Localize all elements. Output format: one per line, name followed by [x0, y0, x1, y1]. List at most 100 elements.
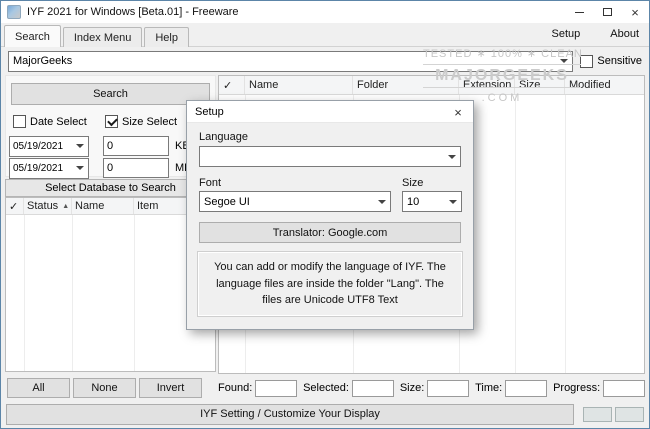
search-input[interactable]	[9, 51, 556, 71]
date-size-row-1: 05/19/2021 KB	[9, 135, 216, 157]
caption-buttons: ×	[565, 1, 649, 23]
bottom-bar: IYF Setting / Customize Your Display	[1, 400, 649, 428]
tab-search[interactable]: Search	[4, 25, 61, 47]
setup-dialog-close-button[interactable]: ×	[443, 101, 473, 123]
maximize-button[interactable]	[593, 1, 621, 23]
sensitive-checkbox[interactable]: Sensitive	[580, 54, 642, 68]
language-dropdown-arrow-icon[interactable]	[443, 147, 460, 166]
tab-search-label: Search	[15, 30, 50, 43]
size-select-checkbox-icon	[105, 115, 118, 128]
language-combobox[interactable]	[199, 146, 461, 167]
progress-label: Progress:	[553, 382, 601, 394]
db-column-check[interactable]: ✓	[6, 198, 24, 214]
font-combobox[interactable]: Segoe UI	[199, 191, 391, 212]
invert-button-label: Invert	[156, 382, 185, 394]
translator-button[interactable]: Translator: Google.com	[199, 222, 461, 243]
font-dropdown-arrow-icon[interactable]	[373, 192, 390, 211]
size-mb-field[interactable]	[103, 158, 169, 178]
setup-dialog-title: Setup	[195, 105, 224, 118]
size-kb-input[interactable]	[104, 140, 168, 152]
tab-index-menu-label: Index Menu	[73, 31, 132, 44]
database-header: Select Database to Search	[5, 179, 216, 197]
none-button[interactable]: None	[73, 378, 136, 398]
all-button[interactable]: All	[7, 378, 70, 398]
results-column-size-label: Size	[519, 79, 541, 91]
font-size-combobox[interactable]: 10	[402, 191, 462, 212]
selected-value-field	[351, 379, 394, 397]
tab-index-menu[interactable]: Index Menu	[62, 27, 143, 47]
database-list[interactable]: ✓ Status ▲ Name Item	[5, 197, 216, 372]
date-from-value: 05/19/2021	[13, 140, 64, 152]
selection-buttons: All None Invert	[7, 378, 202, 398]
results-column-extension[interactable]: Extension	[459, 76, 515, 94]
font-size-label: Size	[402, 177, 424, 189]
results-column-folder[interactable]: Folder	[353, 76, 459, 94]
selected-label: Selected:	[303, 382, 349, 394]
results-column-name[interactable]: Name	[245, 76, 353, 94]
date-to-value: 05/19/2021	[13, 162, 64, 174]
column-gridline	[565, 95, 566, 373]
results-column-check[interactable]: ✓	[219, 76, 245, 94]
date-from-arrow-icon[interactable]	[71, 137, 88, 156]
minimize-button[interactable]	[565, 1, 593, 23]
date-to-arrow-icon[interactable]	[71, 159, 88, 178]
display-option-button-2[interactable]	[615, 406, 644, 422]
tab-bar: Search Index Menu Help Setup About	[1, 23, 649, 47]
date-select-checkbox[interactable]: Date Select	[13, 115, 105, 128]
setup-menu-item[interactable]: Setup	[552, 28, 581, 40]
chevron-down-icon	[377, 199, 386, 204]
font-size-value: 10	[407, 195, 420, 208]
invert-button[interactable]: Invert	[139, 378, 202, 398]
date-select-checkbox-icon	[13, 115, 26, 128]
size-mb-input[interactable]	[104, 162, 168, 174]
chevron-down-icon	[75, 144, 84, 148]
close-button[interactable]: ×	[621, 1, 649, 23]
titlebar: IYF 2021 for Windows [Beta.01] - Freewar…	[1, 1, 649, 23]
font-value: Segoe UI	[204, 195, 250, 208]
results-column-folder-label: Folder	[357, 79, 389, 91]
iyf-setting-button[interactable]: IYF Setting / Customize Your Display	[6, 403, 574, 425]
about-menu-item[interactable]: About	[610, 28, 639, 40]
column-gridline	[134, 215, 135, 371]
search-row: Sensitive	[1, 48, 649, 74]
column-gridline	[515, 95, 516, 373]
chevron-down-icon	[559, 59, 568, 63]
tab-help-label: Help	[155, 31, 178, 44]
chevron-down-icon	[75, 166, 84, 170]
results-column-name-label: Name	[249, 79, 279, 91]
status-row: Found: Selected: Size: Time: Progress:	[218, 378, 645, 398]
app-window: IYF 2021 for Windows [Beta.01] - Freewar…	[0, 0, 650, 429]
results-column-size[interactable]: Size	[515, 76, 565, 94]
size-select-checkbox[interactable]: Size Select	[105, 115, 177, 128]
left-panel: Search Date Select Size Select 05/19/202…	[5, 75, 216, 398]
check-icon: ✓	[9, 200, 19, 213]
db-column-item-label: Item	[137, 200, 159, 212]
font-label: Font	[199, 177, 222, 189]
language-label: Language	[199, 131, 248, 143]
display-option-button-1[interactable]	[583, 406, 612, 422]
size-kb-field[interactable]	[103, 136, 169, 156]
language-info-box: You can add or modify the language of IY…	[197, 251, 463, 317]
translator-button-label: Translator: Google.com	[272, 226, 388, 239]
db-column-status-label: Status	[27, 200, 59, 212]
search-combobox[interactable]	[8, 50, 574, 72]
date-select-label: Date Select	[30, 115, 87, 128]
font-size-dropdown-arrow-icon[interactable]	[444, 192, 461, 211]
db-column-name[interactable]: Name	[72, 198, 134, 214]
size-status-label: Size:	[399, 382, 425, 394]
column-gridline	[24, 215, 25, 371]
check-icon: ✓	[223, 79, 233, 92]
chevron-down-icon	[447, 154, 456, 159]
results-header: ✓ Name Folder Extension Size Modified	[219, 76, 644, 95]
date-to-picker[interactable]: 05/19/2021	[9, 157, 89, 179]
results-column-modified[interactable]: Modified	[565, 76, 644, 94]
db-column-status[interactable]: Status ▲	[24, 198, 72, 214]
tab-help[interactable]: Help	[144, 27, 189, 47]
chevron-down-icon	[448, 199, 457, 204]
date-from-picker[interactable]: 05/19/2021	[9, 135, 89, 157]
maximize-icon	[602, 8, 612, 16]
results-column-modified-label: Modified	[569, 79, 611, 91]
search-dropdown-arrow-icon[interactable]	[555, 52, 572, 71]
progress-value-field	[603, 379, 645, 397]
search-button[interactable]: Search	[11, 83, 210, 105]
